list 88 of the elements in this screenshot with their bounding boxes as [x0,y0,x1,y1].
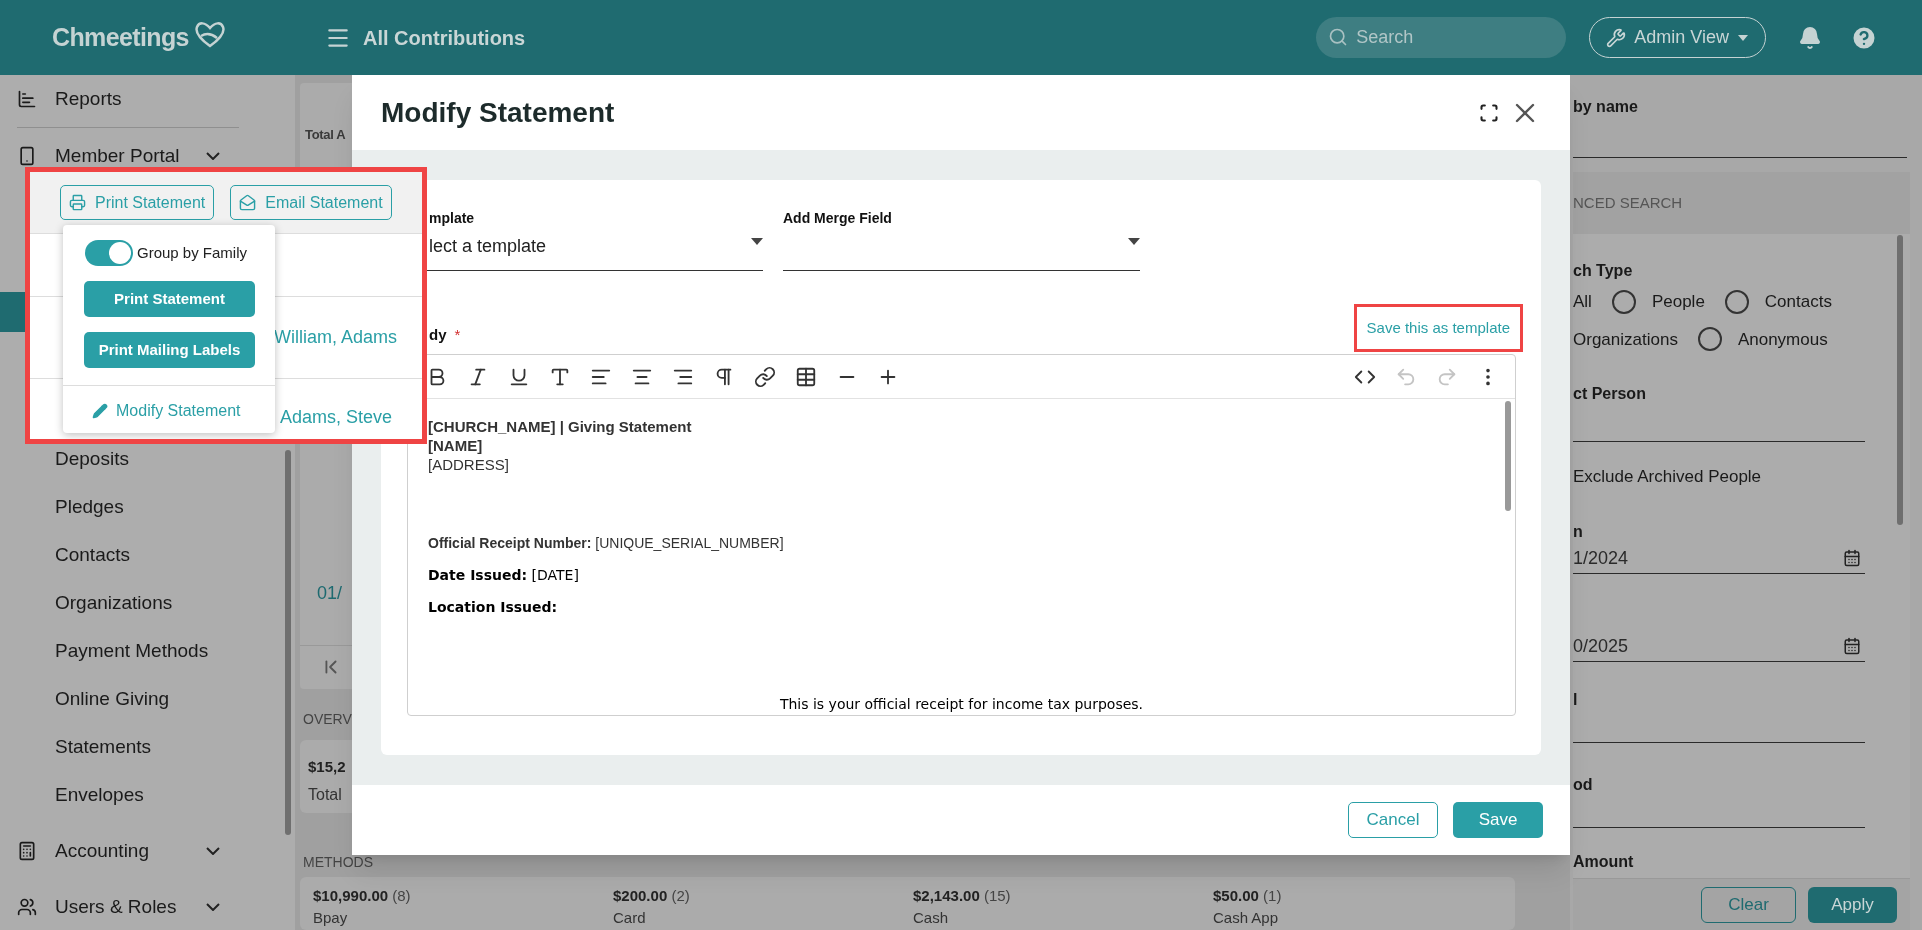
date-field[interactable]: 0/2025 [1573,631,1865,662]
radio-button[interactable] [1611,289,1636,314]
date-field[interactable]: 1/2024 [1573,543,1865,574]
table-cell-text: 01/ [317,581,343,605]
method-amount: $2,143.00 (15) [913,886,1012,907]
field-label: n [1573,521,1584,542]
calendar-icon[interactable] [1843,637,1861,655]
method-name: Cash App [1213,907,1280,928]
scrollbar[interactable] [1505,401,1511,511]
fullscreen-icon[interactable] [1479,102,1499,123]
radio-button[interactable] [1697,327,1722,352]
name-link[interactable]: William, Adams [274,324,398,351]
editor-text: Official Receipt Number: [UNIQUE_SERIAL_NUMBER] [428,534,785,553]
field-label: l [1573,689,1579,710]
field-label: ch Type [1573,261,1634,281]
field-label: ct Person [1573,384,1647,404]
sidebar-item[interactable]: Contacts [0,543,295,567]
radio-label: Anonymous [1737,328,1828,351]
field-label: od [1573,774,1594,795]
search-icon [1328,27,1349,47]
panel-title: NCED SEARCH [1573,192,1683,213]
sidebar-item[interactable]: Member Portal [0,144,295,168]
bell-icon[interactable] [1798,25,1822,50]
method-amount: $10,990.00 (8) [313,886,412,907]
search-field[interactable]: Search [1316,17,1567,58]
method-name: Cash [913,907,950,928]
bar-chart-icon [17,89,37,109]
sidebar-item[interactable]: Organizations [0,591,295,615]
sidebar-item[interactable]: Pledges [0,495,295,519]
amount-text: $15,2 [308,757,347,777]
toggle-switch[interactable] [85,240,133,266]
radio-label: Contacts [1764,291,1832,313]
field-label: dy [429,324,447,345]
method-name: Bpay [313,907,349,928]
method-name: Card [613,907,647,928]
editor-text: Date Issued: [DATE] [428,566,580,585]
link-icon[interactable] [754,365,776,388]
calculator-icon [17,841,37,861]
method-amount: $50.00 (1) [1213,886,1283,907]
sidebar-item[interactable]: Accounting [0,839,295,863]
caret-icon [1737,33,1749,42]
field-label: Amount [1573,851,1635,872]
editor-text: [ADDRESS] [428,455,510,474]
editor-text: [NAME] [428,436,484,455]
tools-icon [1606,27,1627,48]
scrollbar[interactable] [285,450,291,835]
radio-label: Organizations [1573,328,1678,351]
editor-text: [CHURCH_NAME] | Giving Statement [428,417,693,436]
modal-title: Modify Statement [381,95,616,130]
checkbox-label: Exclude Archived People [1573,466,1763,488]
sidebar-item[interactable]: Statements [0,735,295,759]
method-amount: $200.00 (2) [613,886,691,907]
toggle-label: Group by Family [137,242,248,263]
sidebar-item[interactable]: Envelopes [0,783,295,807]
field-label: by name [1573,97,1639,117]
table-icon[interactable] [795,365,817,388]
section-label: OVERV [303,710,352,729]
sidebar-item[interactable]: Users & Roles [0,895,295,919]
required-mark: * [454,324,461,345]
calendar-icon[interactable] [1843,549,1861,567]
radio-label: People [1651,291,1705,313]
amount-label: Total [308,784,343,805]
sidebar-item[interactable]: Reports [0,87,295,111]
phone-icon [17,146,37,166]
radio-button[interactable] [1724,289,1749,314]
editor-text: Location Issued: [428,598,559,617]
column-heading: Total A [305,126,346,144]
sidebar-item[interactable]: Deposits [0,447,295,471]
logo-text[interactable]: Chmeetings [52,18,189,57]
sidebar-item[interactable]: Online Giving [0,687,295,711]
sidebar-item[interactable]: Payment Methods [0,639,295,663]
scrollbar[interactable] [1897,235,1903,525]
apply-button[interactable]: Apply [1808,886,1897,923]
section-label: METHODS [303,853,373,873]
cancel-button[interactable]: Cancel [1348,802,1438,838]
radio-label: All [1573,291,1592,313]
caret-icon [1128,238,1140,245]
editor-text: This is your official receipt for income tax purposes. [778,695,1145,714]
pencil-icon [92,403,108,419]
merge-field-dropdown[interactable]: Add Merge Field [783,208,1140,271]
printer-icon [69,194,86,211]
save-template-link[interactable]: Save this as template [1366,319,1510,336]
users-icon [17,897,37,917]
envelope-icon [239,194,257,211]
caret-icon [751,238,763,245]
name-link[interactable]: Adams, Steve [280,404,393,431]
page-title: All Contributions [363,25,526,51]
heart-hands-icon [192,19,227,48]
